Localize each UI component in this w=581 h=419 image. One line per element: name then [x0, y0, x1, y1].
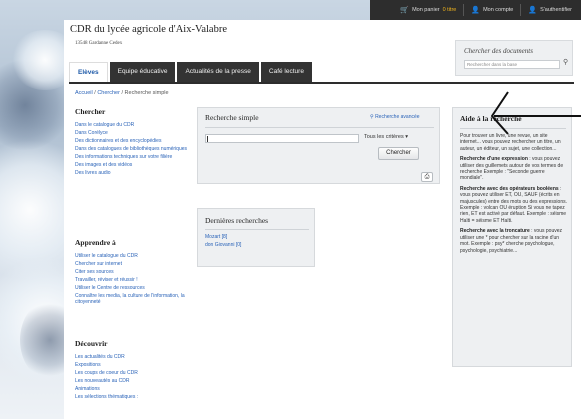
divider — [205, 127, 434, 128]
recent-searches-title: Dernières recherches — [205, 216, 269, 225]
sidebar-link[interactable]: Citer ses sources — [75, 269, 190, 275]
nav-underline — [69, 82, 574, 84]
quick-search-input[interactable]: Rechercher dans la base — [464, 60, 560, 69]
sidebar-link[interactable]: Utiliser le catalogue du CDR — [75, 253, 190, 259]
help-body: Pour trouver un livre, une revue, un sit… — [460, 133, 568, 258]
help-expression: Recherche d'une expression : vous pouvez… — [460, 156, 568, 182]
divider — [520, 4, 522, 16]
main-nav: Elèves Equipe éducative Actualités de la… — [69, 62, 312, 82]
sidebar-link[interactable]: Dans des catalogues de bibliothèques num… — [75, 146, 187, 152]
sidebar-link[interactable]: Les sélections thématiques : — [75, 394, 138, 400]
recent-search-link[interactable]: Mozart [8] — [205, 234, 241, 241]
sidebar-link[interactable]: Les actualités du CDR — [75, 354, 138, 360]
print-icon[interactable]: ⎙ — [421, 172, 433, 182]
user-toolbar: 🛒 Mon panier 0 titre 👤 Mon compte 👤 S'au… — [370, 0, 581, 20]
sidebar-link[interactable]: Les nouveautés au CDR — [75, 378, 138, 384]
sidebar-link[interactable]: Des informations techniques sur votre fi… — [75, 154, 187, 160]
search-button[interactable]: Chercher — [378, 147, 419, 160]
section-title: Apprendre à — [75, 238, 116, 247]
recent-search-link[interactable]: don Giovanni [0] — [205, 242, 241, 249]
quick-search: Chercher des documents Rechercher dans l… — [455, 40, 573, 76]
user-icon: 👤 — [528, 7, 538, 14]
breadcrumb-chercher[interactable]: Chercher — [97, 90, 120, 96]
sidebar-link[interactable]: Dans Corélyce — [75, 130, 187, 136]
criteria-select[interactable]: Tous les critères ▾ — [364, 134, 408, 140]
criteria-value: Tous les critères — [364, 134, 404, 140]
sidebar-link[interactable]: Animations — [75, 386, 138, 392]
tab-eleves[interactable]: Elèves — [69, 62, 108, 82]
tab-actualites-presse[interactable]: Actualités de la presse — [177, 62, 259, 82]
sidebar-link[interactable]: Travailler, réviser et réussir ! — [75, 277, 190, 283]
breadcrumb: Accueil / Chercher / Recherche simple — [75, 90, 169, 96]
simple-search-title: Recherche simple — [205, 113, 259, 122]
sidebar-link[interactable]: Dans le catalogue du CDR — [75, 122, 187, 128]
tab-equipe-educative[interactable]: Equipe éducative — [109, 62, 176, 82]
search-icon: ⚲ — [370, 114, 374, 120]
sidebar-link[interactable]: Connaître les media, la culture de l'inf… — [75, 293, 190, 305]
section-apprendre: Apprendre à Utiliser le catalogue du CDR… — [75, 238, 190, 307]
login-label: S'authentifier — [540, 7, 572, 13]
tab-cafe-lecture[interactable]: Café lecture — [260, 62, 312, 82]
help-heading: Recherche avec des opérateurs booléens — [460, 185, 559, 192]
account-label: Mon compte — [483, 7, 514, 13]
basket-link[interactable]: 🛒 Mon panier 0 titre — [397, 6, 459, 14]
search-icon[interactable]: ⚲ — [563, 58, 568, 66]
sidebar-link[interactable]: Chercher sur internet — [75, 261, 190, 267]
login-link[interactable]: 👤 S'authentifier — [525, 6, 575, 14]
section-chercher: Chercher Dans le catalogue du CDR Dans C… — [75, 107, 187, 178]
basket-icon: 🛒 — [400, 7, 410, 14]
help-heading: Recherche avec la troncature — [460, 228, 530, 235]
sidebar-link[interactable]: Expositions — [75, 362, 138, 368]
divider — [205, 229, 309, 230]
divider — [463, 4, 465, 16]
site-title[interactable]: CDR du lycée agricole d'Aix-Valabre — [70, 24, 227, 35]
help-text: : vous pouvez utiliser ET, OU, SAUF (écr… — [460, 185, 567, 224]
help-truncation: Recherche avec la troncature : vous pouv… — [460, 228, 568, 254]
breadcrumb-current: Recherche simple — [124, 90, 169, 96]
basket-label: Mon panier — [412, 7, 440, 13]
advanced-search-link[interactable]: ⚲ Recherche avancée — [370, 114, 420, 120]
advanced-search-label: Recherche avancée — [375, 114, 420, 120]
account-link[interactable]: 👤 Mon compte — [468, 6, 516, 14]
help-heading: Recherche d'une expression — [460, 156, 528, 163]
sidebar-link[interactable]: Des images et des vidéos — [75, 162, 187, 168]
site-subtitle: 13548 Gardanne Cedex — [75, 41, 123, 46]
simple-search-panel: Recherche simple ⚲ Recherche avancée Tou… — [197, 107, 440, 184]
simple-search-input[interactable] — [205, 134, 359, 143]
sidebar-link[interactable]: Utiliser le Centre de ressources — [75, 285, 190, 291]
section-title: Découvrir — [75, 339, 108, 348]
chevron-down-icon: ▾ — [405, 134, 409, 140]
annotation-arrow — [491, 91, 581, 135]
breadcrumb-home[interactable]: Accueil — [75, 90, 93, 96]
help-boolean: Recherche avec des opérateurs booléens :… — [460, 186, 568, 224]
user-icon: 👤 — [471, 7, 481, 14]
sidebar-link[interactable]: Des dictionnaires et des encyclopédies — [75, 138, 187, 144]
quick-search-label: Chercher des documents — [464, 47, 533, 55]
recent-searches-panel: Dernières recherches Mozart [8] don Giov… — [197, 208, 315, 267]
section-title: Chercher — [75, 107, 106, 116]
sidebar-link[interactable]: Les coups de coeur du CDR — [75, 370, 138, 376]
basket-count: 0 titre — [442, 7, 457, 13]
help-panel: Aide à la recherche Pour trouver un livr… — [452, 107, 572, 367]
sidebar-link[interactable]: Des livres audio — [75, 170, 187, 176]
section-decouvrir: Découvrir Les actualités du CDR Expositi… — [75, 339, 138, 402]
